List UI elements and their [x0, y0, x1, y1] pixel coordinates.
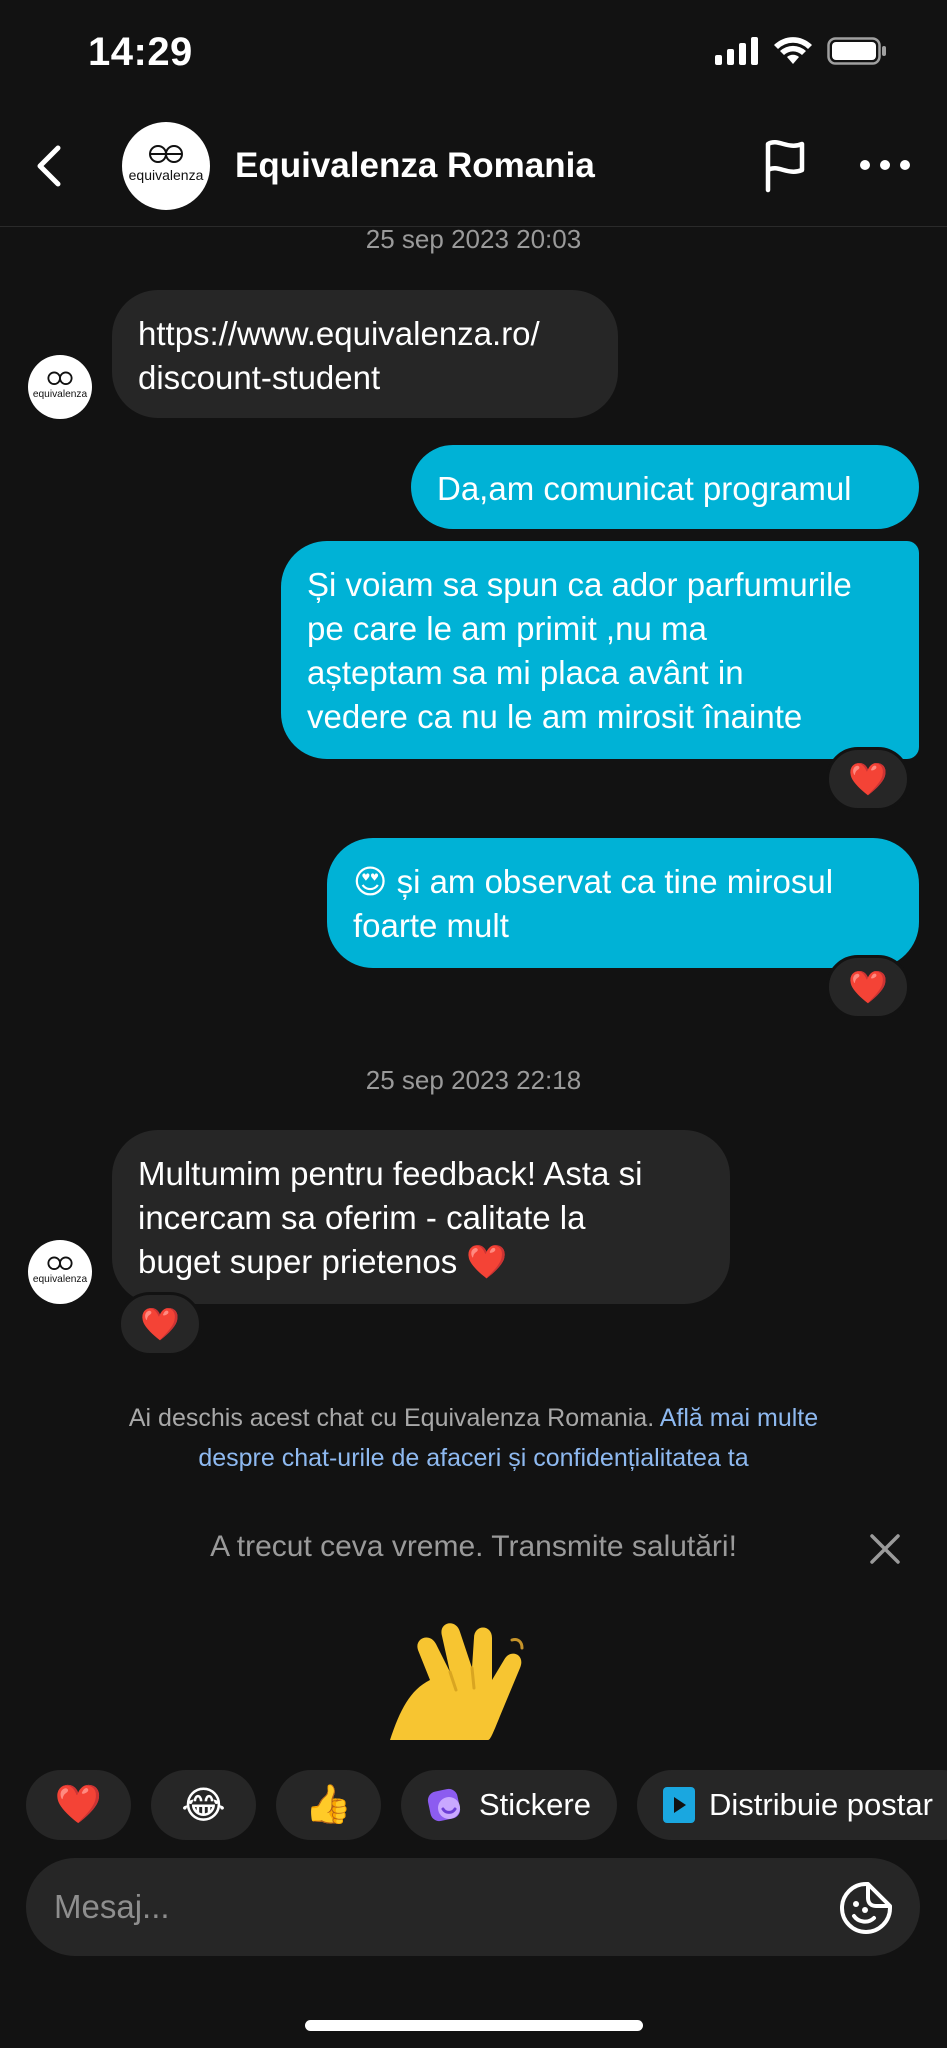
message-line: Multumim pentru feedback! Asta si [138, 1155, 643, 1192]
sender-avatar[interactable]: equivalenza [28, 355, 92, 419]
sender-avatar[interactable]: equivalenza [28, 1240, 92, 1304]
message-line: buget super prietenos ❤️ [138, 1243, 508, 1280]
incoming-message[interactable]: Multumim pentru feedback! Asta si incerc… [112, 1130, 730, 1304]
timestamp: 25 sep 2023 20:03 [365, 224, 582, 254]
incoming-message[interactable]: https://www.equivalenza.ro/ discount-stu… [112, 290, 618, 418]
sticker-picker-icon[interactable] [838, 1880, 894, 1936]
quick-reply-bar: ❤️ 😂 👍 Stickere Distribuie postar [26, 1770, 947, 1840]
status-time: 14:29 [88, 30, 193, 74]
quick-reply-thumbs-up[interactable]: 👍 [276, 1770, 381, 1840]
message-line: pe care le am primit ,nu ma [307, 610, 707, 647]
close-icon[interactable] [868, 1532, 902, 1566]
message-line: vedere ca nu le am mirosit înainte [307, 698, 803, 735]
message-line: discount-student [138, 359, 381, 396]
info-text: Ai deschis acest chat cu Equivalenza Rom… [128, 1404, 655, 1432]
flag-icon[interactable] [760, 138, 810, 194]
outgoing-message[interactable]: 😍 și am observat ca tine mirosul foarte … [327, 838, 919, 968]
share-post-icon [662, 1787, 695, 1823]
wave-nudge-text: A trecut ceva vreme. Transmite salutări! [210, 1530, 737, 1563]
message-reaction[interactable]: ❤️ [118, 1292, 202, 1356]
wave-sticker-button[interactable] [380, 1620, 560, 1740]
contact-name[interactable]: Equivalenza Romania [235, 146, 595, 186]
share-post-label: Distribuie postar [708, 1787, 933, 1822]
message-input[interactable] [54, 1884, 814, 1930]
back-arrow-icon[interactable] [28, 140, 72, 192]
outgoing-message[interactable]: Da,am comunicat programul [411, 445, 919, 529]
message-line: incercam sa oferim - calitate la [138, 1199, 586, 1236]
sticker-icon [427, 1788, 461, 1822]
quick-reply-heart[interactable]: ❤️ [26, 1770, 131, 1840]
avatar-logo-text: equivalenza [33, 1274, 88, 1285]
more-icon[interactable] [858, 150, 912, 180]
wifi-icon [774, 37, 812, 64]
equivalenza-logo: equivalenza [33, 1256, 88, 1285]
message-reaction[interactable]: ❤️ [826, 747, 910, 811]
business-chat-info: Ai deschis acest chat cu Equivalenza Rom… [110, 1398, 837, 1478]
waving-hand-icon [390, 1623, 524, 1740]
message-line: 😍 și am observat ca tine mirosul [353, 863, 834, 900]
quick-reply-laugh[interactable]: 😂 [151, 1770, 256, 1840]
contact-avatar[interactable]: equivalenza [122, 122, 210, 210]
home-indicator[interactable] [305, 2020, 643, 2031]
timestamp: 25 sep 2023 22:18 [365, 1065, 582, 1095]
message-line: https://www.equivalenza.ro/ [138, 315, 540, 352]
equivalenza-logo: equivalenza [33, 371, 88, 400]
message-composer [26, 1858, 920, 1956]
stickers-button[interactable]: Stickere [401, 1770, 617, 1840]
equivalenza-logo: equivalenza [129, 145, 204, 183]
message-reaction[interactable]: ❤️ [826, 955, 910, 1019]
message-line: așteptam sa mi placa avânt in [307, 654, 744, 691]
message-line: foarte mult [353, 907, 509, 944]
status-icons [715, 36, 887, 66]
battery-icon [827, 37, 886, 65]
outgoing-message[interactable]: Și voiam sa spun ca ador parfumurile pe … [281, 541, 919, 759]
avatar-logo-text: equivalenza [33, 389, 88, 400]
avatar-logo-text: equivalenza [129, 167, 204, 183]
message-line: Da,am comunicat programul [437, 470, 852, 507]
message-line: Și voiam sa spun ca ador parfumurile [307, 566, 852, 603]
stickers-label: Stickere [479, 1787, 591, 1822]
signal-icon [715, 37, 758, 65]
share-post-button[interactable]: Distribuie postar [636, 1770, 947, 1840]
